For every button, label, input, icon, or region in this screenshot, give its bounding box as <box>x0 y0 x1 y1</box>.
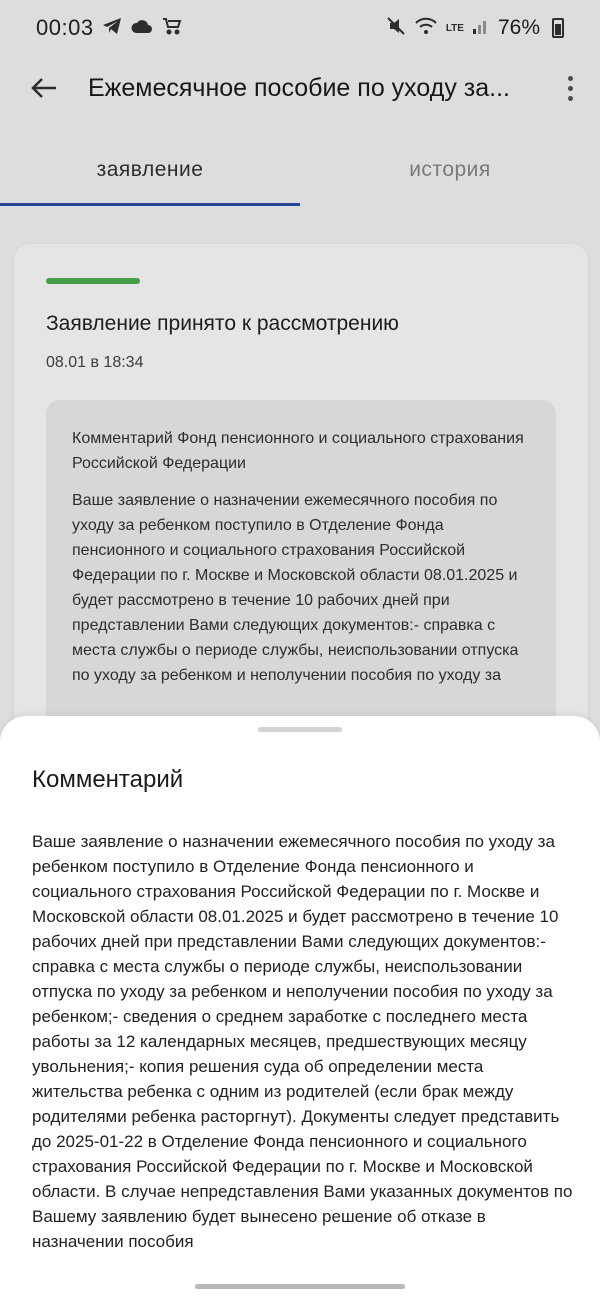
screen: 00:03 LTE 76% Ежемесячное пособие по ухо… <box>0 0 600 1299</box>
home-indicator[interactable] <box>195 1284 405 1289</box>
sheet-text: Ваше заявление о назначении ежемесячного… <box>32 832 573 1251</box>
comment-bottom-sheet: Комментарий Ваше заявление о назначении … <box>0 716 600 1299</box>
sheet-title: Комментарий <box>32 766 184 793</box>
drag-handle[interactable] <box>258 727 342 732</box>
